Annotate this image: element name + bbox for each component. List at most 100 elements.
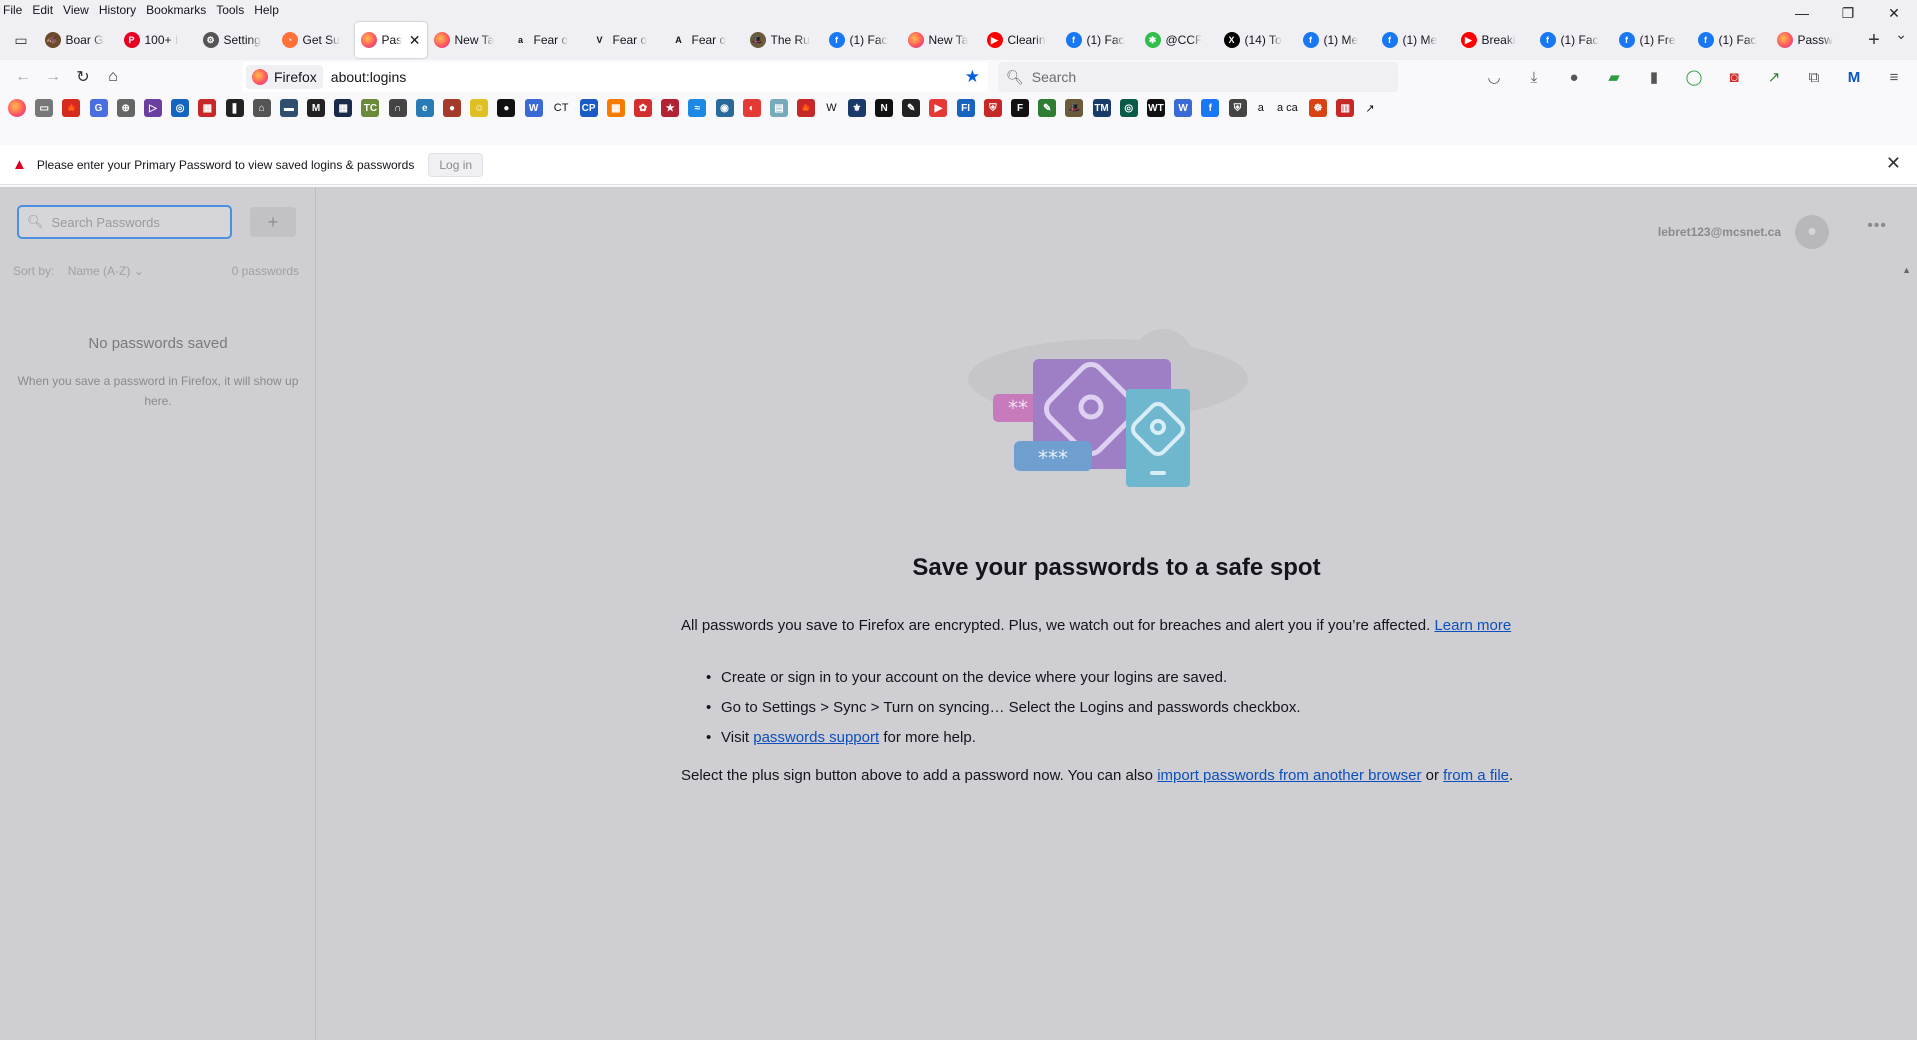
tab[interactable]: Pas ✕: [354, 22, 427, 58]
bookmark-icon[interactable]: F: [1011, 99, 1029, 117]
bookmark-icon[interactable]: TC: [361, 99, 380, 117]
bookmark-icon[interactable]: ●: [497, 99, 516, 117]
tab[interactable]: 🐗 Boar G: [39, 22, 117, 58]
tab[interactable]: New Ta: [428, 22, 506, 58]
bookmark-icon[interactable]: ✎: [1038, 99, 1057, 117]
firefox-view-icon[interactable]: ▭: [4, 24, 38, 56]
search-bar[interactable]: 🔍︎ Search: [998, 62, 1398, 92]
bookmark-icon[interactable]: CT: [552, 99, 571, 117]
menu-tools[interactable]: Tools: [211, 0, 249, 20]
screenshot-icon[interactable]: ◙: [1717, 62, 1751, 92]
tab[interactable]: f (1) Me: [1297, 22, 1375, 58]
bookmark-icon[interactable]: f: [1201, 99, 1220, 117]
close-notice-button[interactable]: ✕: [1886, 153, 1901, 174]
list-all-tabs-icon[interactable]: ⌄: [1895, 26, 1907, 43]
bookmark-icon[interactable]: ▦: [334, 99, 353, 117]
reload-button[interactable]: ↻: [68, 62, 98, 92]
bookmark-icon[interactable]: ◐: [742, 99, 761, 117]
bookmark-icon[interactable]: ☸: [1308, 99, 1327, 117]
bookmark-icon[interactable]: ✿: [633, 99, 652, 117]
bookmark-icon[interactable]: ▬: [279, 99, 298, 117]
bookmark-icon[interactable]: ⚜: [847, 99, 866, 117]
bookmark-icon[interactable]: e: [415, 99, 434, 117]
back-button[interactable]: ←: [8, 62, 38, 92]
forward-button[interactable]: →: [38, 62, 68, 92]
tab[interactable]: f (1) Fac: [1534, 22, 1612, 58]
tab[interactable]: 🎩 The Ru: [744, 22, 822, 58]
bookmark-icon[interactable]: a ca: [1275, 99, 1300, 117]
bookmark-icon[interactable]: M: [307, 99, 326, 117]
bookmark-icon[interactable]: ▶: [929, 99, 948, 117]
bookmark-icon[interactable]: ▷: [143, 99, 162, 117]
menu-bookmarks[interactable]: Bookmarks: [141, 0, 211, 20]
malwarebytes-icon[interactable]: M: [1837, 62, 1871, 92]
bookmark-icon[interactable]: ❚: [225, 99, 244, 117]
extension-l-icon[interactable]: ●: [1557, 62, 1591, 92]
pocket-icon[interactable]: ◡: [1477, 62, 1511, 92]
bookmark-icon[interactable]: N: [875, 99, 894, 117]
identity-box[interactable]: Firefox: [246, 65, 323, 89]
bookmark-icon[interactable]: W: [524, 99, 543, 117]
bookmark-icon[interactable]: ↗: [1363, 99, 1376, 117]
search-passwords-input[interactable]: 🔍︎ Search Passwords: [17, 205, 232, 239]
tab[interactable]: V Fear o: [586, 22, 664, 58]
extensions-icon[interactable]: ⧉: [1797, 62, 1831, 92]
tab[interactable]: ⚙ Setting: [197, 22, 275, 58]
bookmark-icon[interactable]: ≈: [688, 99, 707, 117]
bookmark-icon[interactable]: [8, 99, 26, 117]
bookmark-icon[interactable]: CP: [579, 99, 598, 117]
import-file-link[interactable]: from a file: [1443, 767, 1509, 784]
bookmark-icon[interactable]: ◎: [171, 99, 190, 117]
bookmark-icon[interactable]: ●: [443, 99, 461, 117]
bookmark-icon[interactable]: ▤: [769, 99, 788, 117]
extension-chat-icon[interactable]: ◯: [1677, 62, 1711, 92]
tab[interactable]: ◔ Get Su: [276, 22, 354, 58]
extension-chart-icon[interactable]: ↗: [1757, 62, 1791, 92]
login-button[interactable]: Log in: [428, 152, 484, 177]
sort-select[interactable]: Name (A-Z) ⌄: [68, 264, 144, 278]
tab[interactable]: X (14) To: [1218, 22, 1296, 58]
app-menu-icon[interactable]: ≡: [1877, 62, 1911, 92]
tab[interactable]: f (1) Fre: [1613, 22, 1691, 58]
tab[interactable]: f (1) Fac: [1060, 22, 1138, 58]
tab[interactable]: ▶ Breaki: [1455, 22, 1533, 58]
import-browser-link[interactable]: import passwords from another browser: [1157, 767, 1421, 784]
menu-view[interactable]: View: [58, 0, 94, 20]
bookmark-icon[interactable]: 🍁: [62, 99, 81, 117]
bookmark-icon[interactable]: ⛨: [983, 99, 1002, 117]
extension-grey-icon[interactable]: ▮: [1637, 62, 1671, 92]
passwords-support-link[interactable]: passwords support: [753, 729, 879, 746]
tab[interactable]: f (1) Me: [1376, 22, 1454, 58]
menu-edit[interactable]: Edit: [27, 0, 58, 20]
bookmark-icon[interactable]: W: [824, 99, 838, 117]
bookmark-star-icon[interactable]: ★: [965, 67, 980, 87]
new-tab-button[interactable]: +: [1859, 25, 1889, 55]
menu-file[interactable]: File: [0, 0, 27, 20]
extension-green-icon[interactable]: ▰: [1597, 62, 1631, 92]
bookmark-icon[interactable]: FI: [956, 99, 975, 117]
menu-help[interactable]: Help: [249, 0, 284, 20]
bookmark-icon[interactable]: ⊕: [116, 99, 135, 117]
bookmark-icon[interactable]: ⌂: [252, 99, 271, 117]
bookmark-icon[interactable]: G: [89, 99, 108, 117]
bookmark-icon[interactable]: ▦: [198, 99, 217, 117]
close-tab-icon[interactable]: ✕: [409, 32, 421, 49]
bookmark-icon[interactable]: ▥: [1336, 99, 1355, 117]
bookmark-icon[interactable]: W: [1174, 99, 1193, 117]
tab[interactable]: f (1) Fac: [1692, 22, 1770, 58]
bookmark-icon[interactable]: ∩: [388, 99, 407, 117]
bookmark-icon[interactable]: 🍁: [797, 99, 816, 117]
url-text[interactable]: about:logins: [331, 69, 407, 85]
tab[interactable]: New Ta: [902, 22, 980, 58]
bookmark-icon[interactable]: ★: [661, 99, 680, 117]
tab[interactable]: P 100+ I: [118, 22, 196, 58]
learn-more-link[interactable]: Learn more: [1434, 617, 1511, 634]
bookmark-icon[interactable]: ▦: [606, 99, 625, 117]
tab[interactable]: A Fear o: [665, 22, 743, 58]
bookmark-icon[interactable]: ◎: [1119, 99, 1138, 117]
tab[interactable]: f (1) Fac: [823, 22, 901, 58]
bookmark-icon[interactable]: ▭: [35, 99, 54, 117]
bookmark-icon[interactable]: a: [1256, 99, 1266, 117]
bookmark-icon[interactable]: WT: [1146, 99, 1165, 117]
bookmark-icon[interactable]: ☺: [470, 99, 489, 117]
